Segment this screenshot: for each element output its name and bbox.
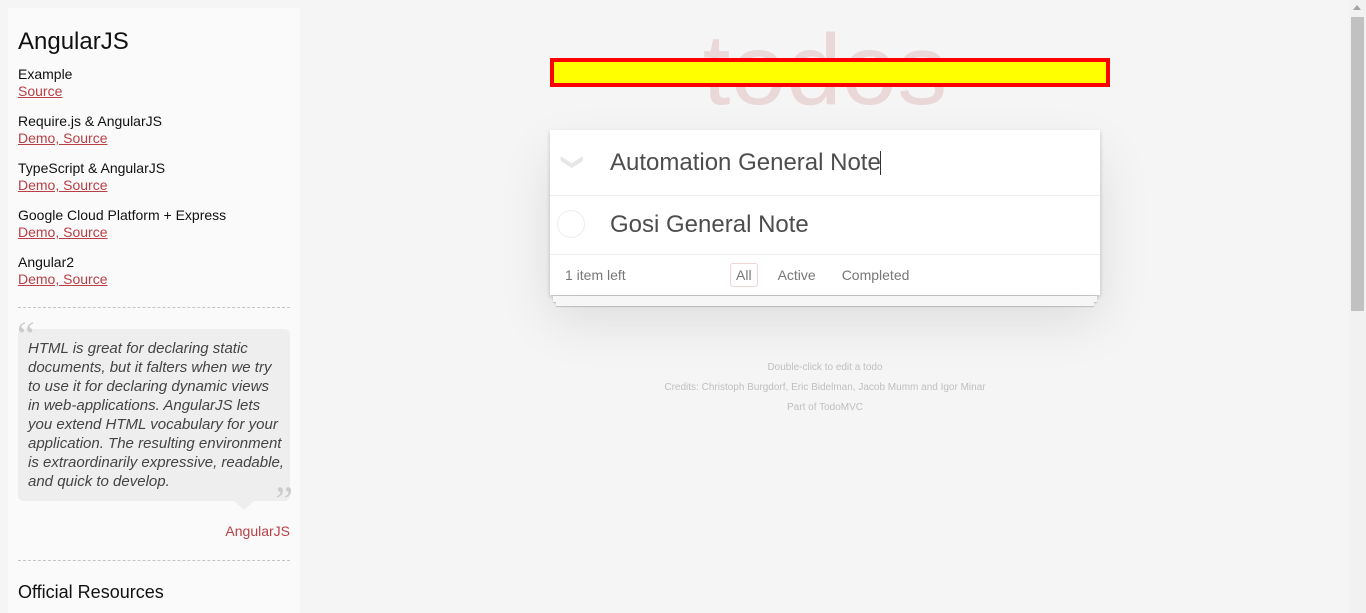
todo-label[interactable]: Gosi General Note bbox=[610, 210, 809, 240]
sidebar-item-example: Example Source bbox=[18, 66, 290, 101]
sidebar-item-angular2: Angular2 Demo, Source bbox=[18, 254, 290, 289]
divider bbox=[18, 560, 290, 561]
demo-source-links[interactable]: Demo, Source bbox=[18, 271, 107, 287]
divider bbox=[18, 307, 290, 308]
highlight-box bbox=[550, 58, 1110, 87]
demo-source-links[interactable]: Demo, Source bbox=[18, 177, 107, 193]
sidebar-item-label: Require.js & AngularJS bbox=[18, 113, 162, 129]
demo-source-links[interactable]: Demo, Source bbox=[18, 130, 107, 146]
sidebar-item-label: Angular2 bbox=[18, 254, 75, 270]
sidebar-item-label: TypeScript & AngularJS bbox=[18, 160, 166, 176]
demo-source-links[interactable]: Demo, Source bbox=[18, 224, 107, 240]
toggle-all-chevron-icon[interactable]: ❯ bbox=[561, 151, 586, 173]
stack-decoration bbox=[556, 302, 1094, 306]
quote-text: HTML is great for declaring static docum… bbox=[28, 340, 284, 490]
scroll-thumb[interactable] bbox=[1351, 17, 1364, 311]
sidebar-item-typescript: TypeScript & AngularJS Demo, Source bbox=[18, 160, 290, 195]
quote-author-link[interactable]: AngularJS bbox=[18, 523, 290, 539]
sidebar: AngularJS Example Source Require.js & An… bbox=[8, 8, 300, 613]
info-footer: Double-click to edit a todo Credits: Chr… bbox=[550, 358, 1100, 418]
sidebar-item-requirejs: Require.js & AngularJS Demo, Source bbox=[18, 113, 290, 148]
sidebar-item-gcp-express: Google Cloud Platform + Express Demo, So… bbox=[18, 207, 290, 242]
source-link[interactable]: Source bbox=[18, 83, 62, 99]
info-credits: Credits: Christoph Burgdorf, Eric Bidelm… bbox=[664, 382, 986, 393]
sidebar-title: AngularJS bbox=[18, 28, 129, 55]
open-quote-icon: “ bbox=[17, 313, 35, 358]
close-quote-icon: ” bbox=[275, 478, 293, 523]
todo-toggle-checkbox[interactable] bbox=[557, 210, 585, 238]
sidebar-item-label: Google Cloud Platform + Express bbox=[18, 207, 227, 223]
info-hint: Double-click to edit a todo bbox=[767, 362, 883, 373]
filter-active[interactable]: Active bbox=[772, 263, 822, 287]
sidebar-examples-list: Example Source Require.js & AngularJS De… bbox=[18, 66, 290, 289]
todo-footer: 1 item left All Active Completed bbox=[550, 255, 1100, 295]
info-todomvc-link[interactable]: Part of TodoMVC bbox=[550, 398, 1100, 418]
scroll-up-arrow-icon[interactable] bbox=[1353, 5, 1361, 10]
filter-completed[interactable]: Completed bbox=[836, 263, 916, 287]
sidebar-item-label: Example bbox=[18, 66, 73, 82]
todo-app: ❯ Gosi General Note 1 item left All Acti… bbox=[550, 130, 1100, 295]
items-left-count: 1 item left bbox=[565, 267, 626, 283]
quote-box: “ HTML is great for declaring static doc… bbox=[17, 316, 293, 521]
resources-heading: Official Resources bbox=[18, 582, 164, 602]
filter-all[interactable]: All bbox=[730, 263, 758, 287]
new-todo-input[interactable] bbox=[610, 130, 1080, 195]
vertical-scrollbar[interactable] bbox=[1349, 0, 1366, 613]
text-caret bbox=[880, 151, 881, 175]
quote-tail bbox=[234, 501, 254, 510]
filters: All Active Completed bbox=[730, 263, 919, 287]
todo-item[interactable]: Gosi General Note bbox=[550, 196, 1100, 255]
new-todo-row: ❯ bbox=[550, 130, 1100, 196]
